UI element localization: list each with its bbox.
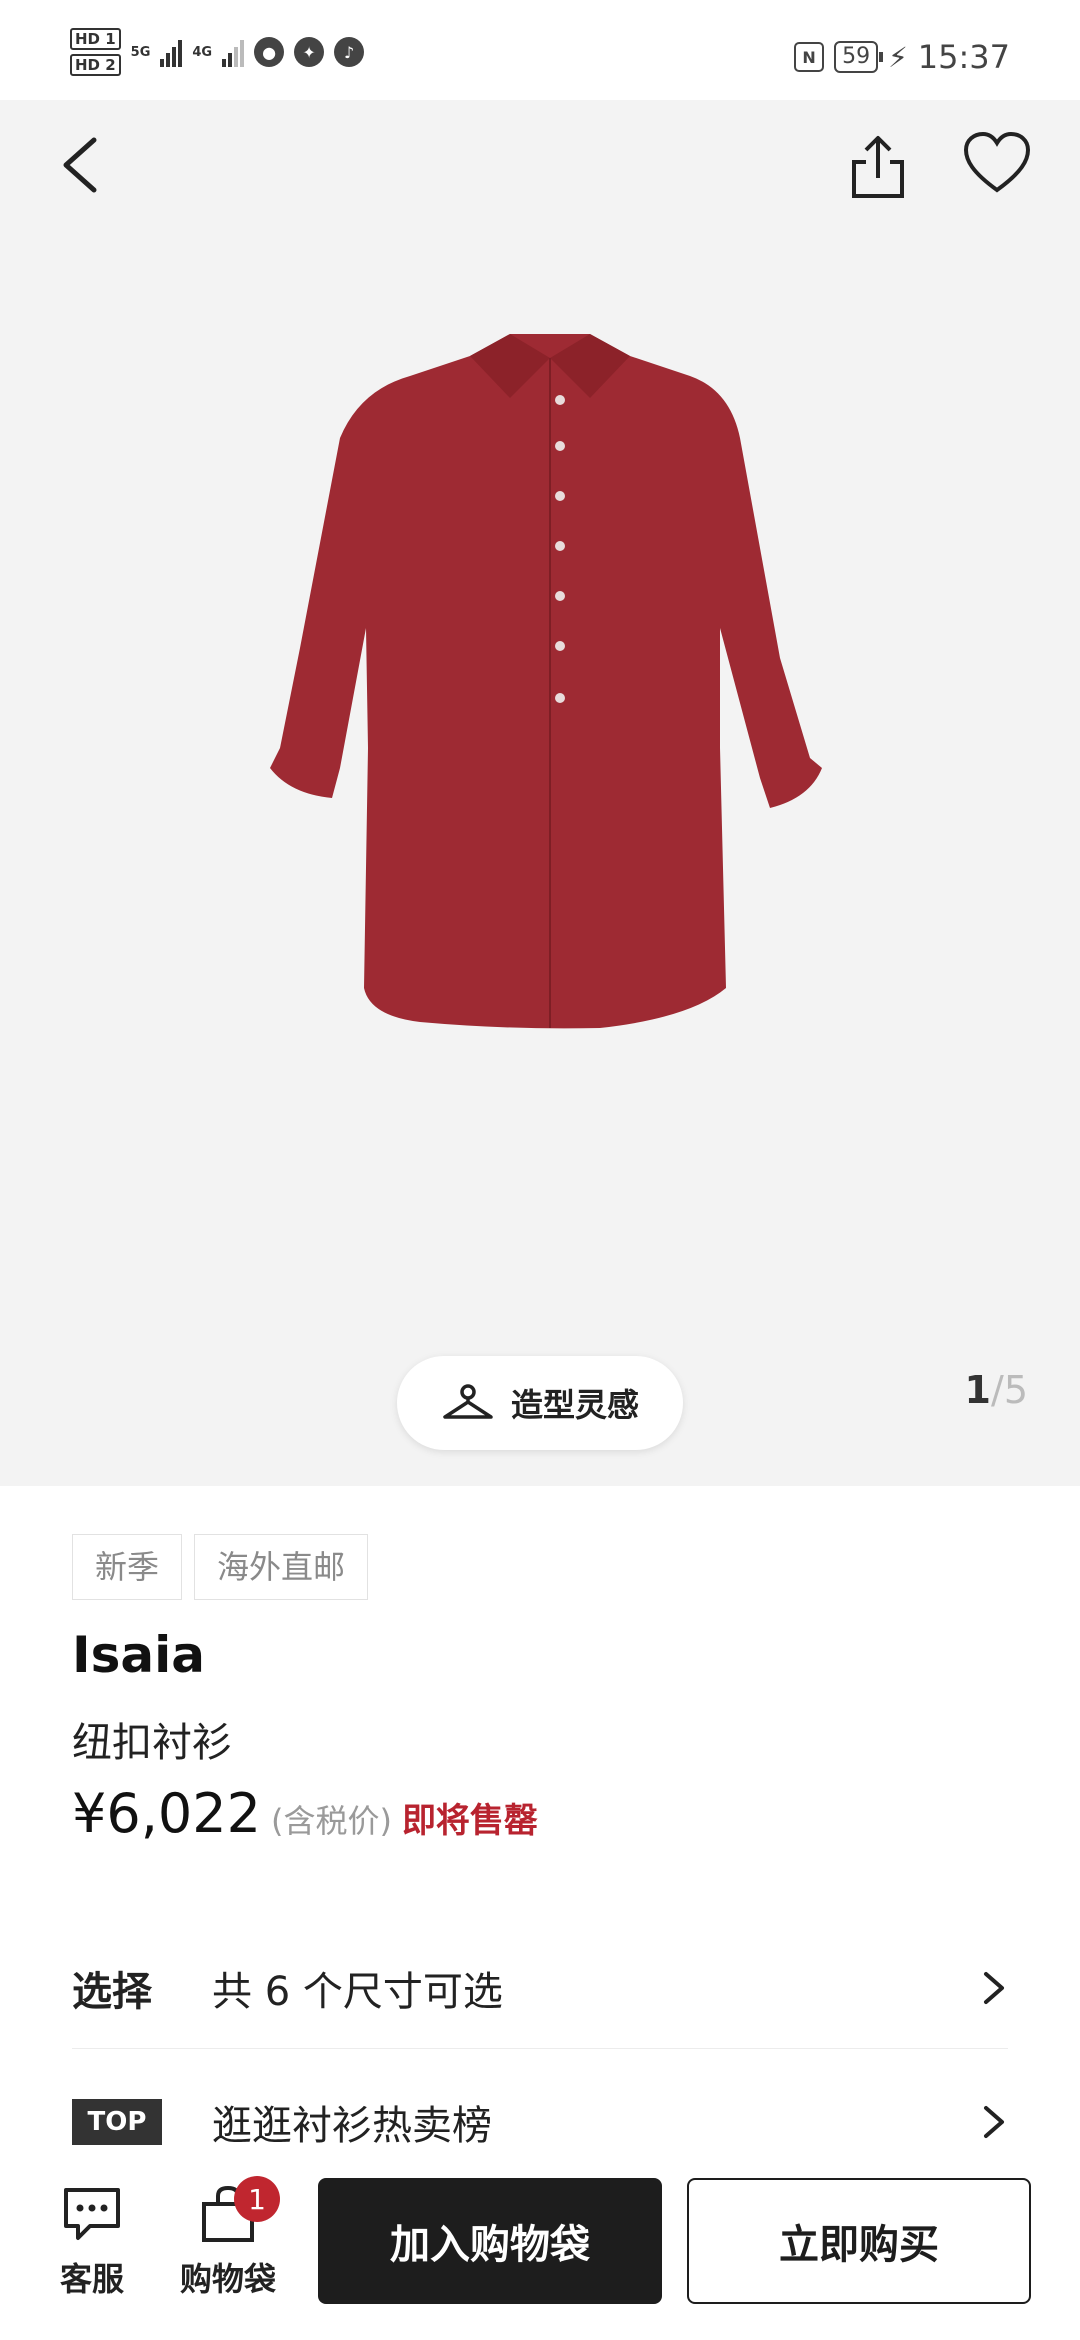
tag-new-season: 新季 — [72, 1534, 183, 1600]
status-right: N 59 ⚡ 15:37 — [794, 38, 1010, 76]
size-select-text: 共 6 个尺寸可选 — [212, 1969, 503, 2015]
tag-overseas-direct: 海外直邮 — [194, 1534, 369, 1600]
add-to-bag-button[interactable]: 加入购物袋 — [318, 2178, 662, 2304]
charging-icon: ⚡ — [888, 40, 908, 74]
share-button[interactable] — [848, 130, 908, 200]
product-gallery[interactable]: 造型灵感 1/5 — [0, 100, 1080, 1486]
share-icon — [852, 136, 904, 198]
favorite-button[interactable] — [962, 131, 1032, 196]
bestseller-row[interactable]: TOP 逛逛衬衫热卖榜 — [72, 2072, 1008, 2172]
pager-current: 1 — [964, 1368, 991, 1412]
back-arrow-icon — [63, 137, 97, 193]
shield-app-icon: ✦ — [294, 37, 325, 67]
status-bar: HD 1 HD 2 5G 4G ● ✦ ♪ N 59 ⚡ 15:37 — [0, 0, 1080, 100]
pager-sep: / — [991, 1368, 1004, 1412]
shopping-bag-label: 购物袋 — [179, 2260, 276, 2298]
customer-service-button[interactable]: 客服 — [32, 2184, 152, 2300]
style-inspiration-button[interactable]: 造型灵感 — [397, 1356, 683, 1450]
sound-wave-icon: ♪ — [334, 37, 365, 67]
hanger-icon — [443, 1384, 493, 1419]
top-badge: TOP — [72, 2099, 162, 2145]
battery-icon: 59 — [834, 41, 884, 73]
back-button[interactable] — [54, 130, 114, 200]
product-name: 纽扣衬衫 — [72, 1720, 232, 1766]
heart-icon — [963, 131, 1031, 193]
hd-indicators: HD 1 HD 2 — [70, 28, 121, 76]
hd1-indicator: HD 1 — [70, 28, 121, 50]
price: ¥6,022 — [72, 1782, 261, 1845]
chevron-right-icon — [984, 1972, 1004, 2004]
chat-bubble-icon: ● — [254, 37, 285, 67]
nfc-icon: N — [794, 42, 825, 72]
bestseller-text: 逛逛衬衫热卖榜 — [212, 2103, 492, 2149]
product-image — [270, 334, 822, 1029]
pager-total: 5 — [1003, 1368, 1028, 1412]
status-left: HD 1 HD 2 5G 4G ● ✦ ♪ — [70, 28, 365, 76]
customer-service-label: 客服 — [59, 2260, 124, 2298]
buy-now-button[interactable]: 立即购买 — [687, 2178, 1031, 2304]
shopping-bag-button[interactable]: 1 购物袋 — [168, 2176, 288, 2300]
signal-icon-2 — [222, 37, 245, 67]
image-pager: 1/5 — [965, 1368, 1028, 1412]
size-select-label: 选择 — [72, 1969, 152, 2015]
signal-icon — [160, 37, 183, 67]
tax-note: (含税价) — [270, 1802, 392, 1840]
status-time: 15:37 — [917, 38, 1010, 76]
network-4g-label: 4G — [192, 44, 213, 60]
style-inspiration-label: 造型灵感 — [510, 1386, 639, 1424]
price-row: ¥6,022 (含税价) 即将售罄 — [72, 1782, 538, 1845]
chevron-right-icon — [984, 2106, 1004, 2138]
product-tags: 新季 海外直邮 — [72, 1534, 369, 1600]
brand-name[interactable]: Isaia — [72, 1626, 205, 1684]
bag-count-badge: 1 — [234, 2176, 280, 2222]
size-select-row[interactable]: 选择 共 6 个尺寸可选 — [72, 1928, 1008, 2049]
chat-icon — [64, 2188, 120, 2240]
hd2-indicator: HD 2 — [70, 54, 121, 76]
stock-note: 即将售罄 — [401, 1801, 538, 1841]
network-5g-label: 5G — [130, 44, 151, 60]
